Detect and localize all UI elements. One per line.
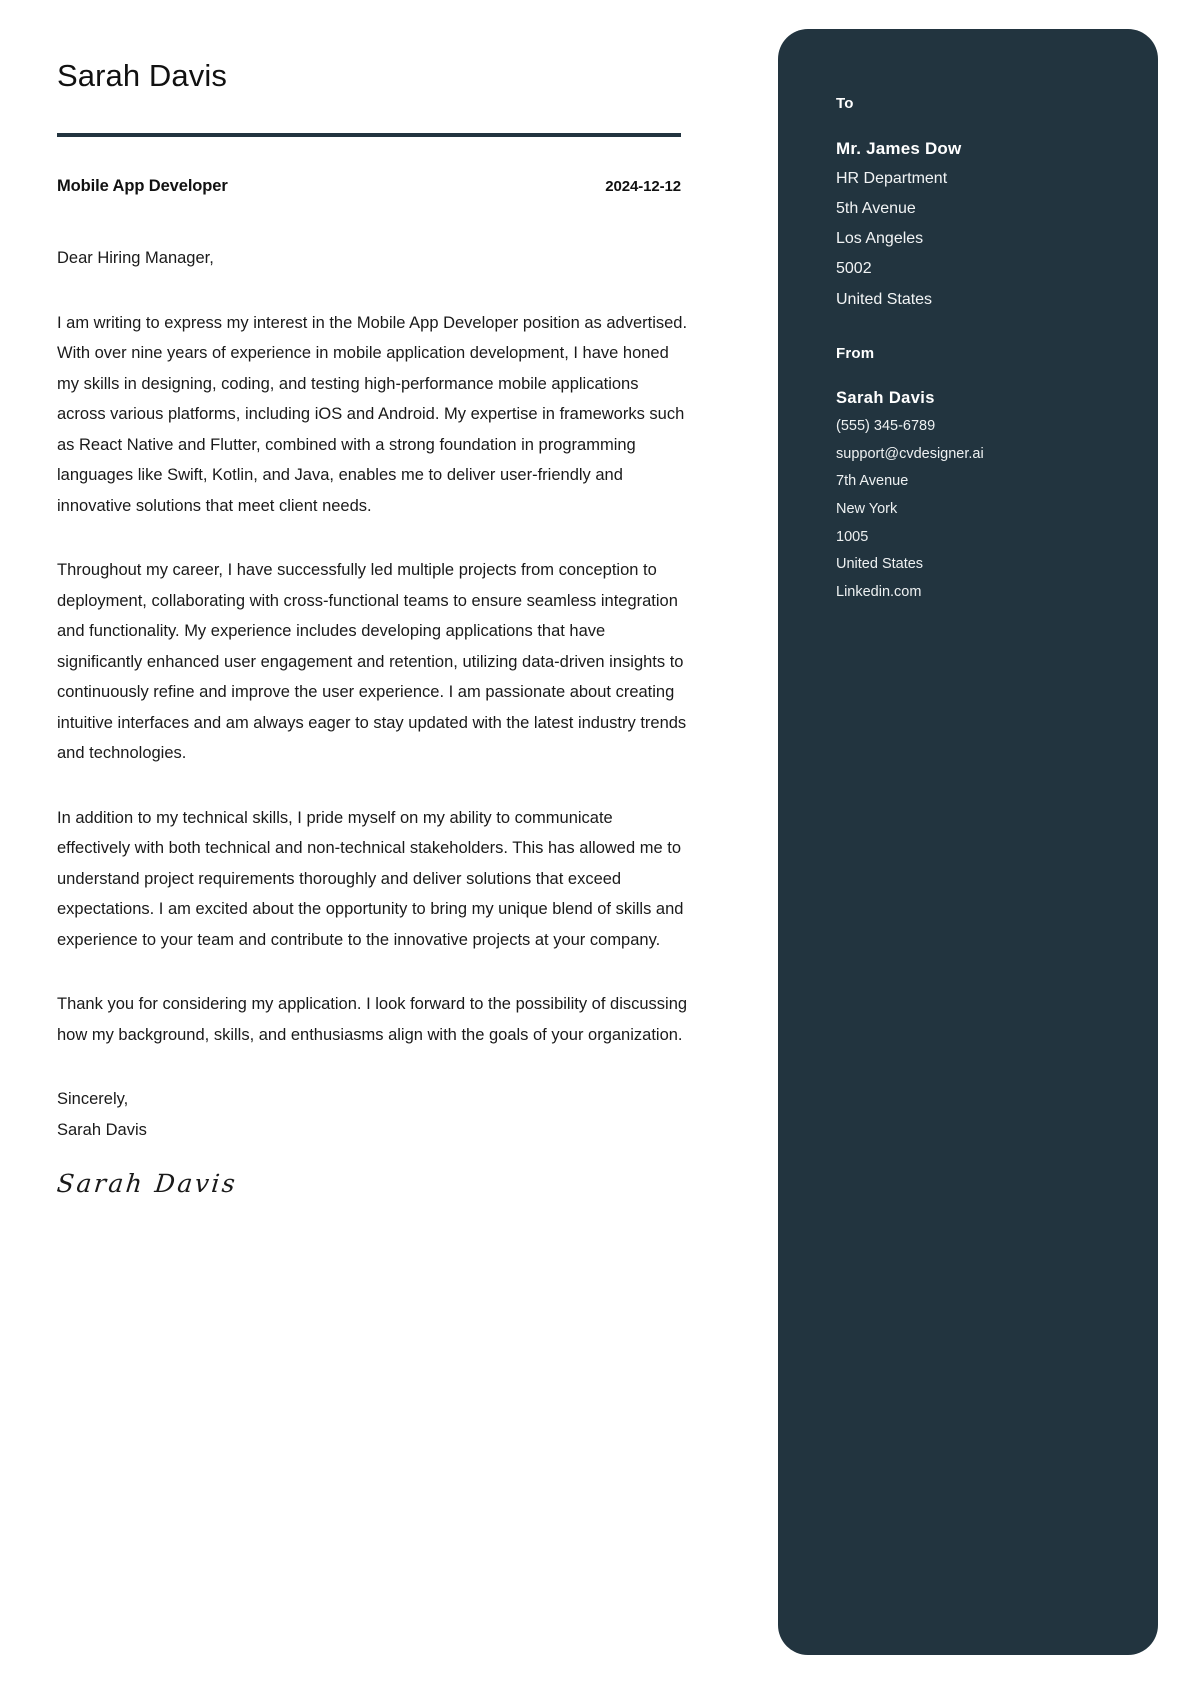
recipient-address-line: 5002	[836, 260, 872, 278]
recipient-address-line: Los Angeles	[836, 230, 924, 248]
recipient-address-line: United States	[836, 290, 933, 308]
letter-column: Sarah Davis Mobile App Developer 2024-12…	[55, 0, 747, 1684]
body-paragraph: Throughout my career, I have successfull…	[57, 561, 687, 763]
recipient-section: To Mr. James Dow HR Department 5th Avenu…	[836, 95, 1158, 315]
closing-name: Sarah Davis	[57, 1120, 147, 1139]
closing-block: Sincerely, Sarah Davis	[57, 1084, 689, 1145]
contact-sidebar: To Mr. James Dow HR Department 5th Avenu…	[778, 29, 1158, 1655]
letter-date: 2024-12-12	[605, 178, 681, 195]
header-divider	[57, 133, 681, 137]
sender-address-line: United States	[836, 556, 924, 573]
recipient-address-line: 5th Avenue	[836, 200, 916, 218]
signature: Sarah Davis	[55, 1169, 239, 1199]
sender-heading: From	[836, 344, 875, 362]
letter-body: Dear Hiring Manager, I am writing to exp…	[55, 243, 689, 1199]
body-paragraph: I am writing to express my interest in t…	[57, 313, 688, 515]
sender-name: Sarah Davis	[836, 388, 935, 407]
closing-word: Sincerely,	[57, 1090, 129, 1109]
sender-section: From Sarah Davis (555) 345-6789 support@…	[836, 345, 1158, 607]
sender-email[interactable]: support@cvdesigner.ai	[836, 441, 1158, 469]
letter-meta-row: Mobile App Developer 2024-12-12	[57, 177, 681, 196]
body-paragraph: In addition to my technical skills, I pr…	[57, 808, 684, 949]
sender-address-line: New York	[836, 500, 898, 517]
sender-address-line: 1005	[836, 528, 869, 545]
sender-address-line: 7th Avenue	[836, 473, 909, 490]
salutation: Dear Hiring Manager,	[57, 249, 214, 267]
sender-linkedin-link[interactable]: Linkedin.com	[836, 579, 1158, 607]
recipient-heading: To	[836, 95, 854, 112]
body-paragraph: Thank you for considering my application…	[57, 995, 688, 1044]
cover-letter-page: Sarah Davis Mobile App Developer 2024-12…	[0, 0, 1200, 1684]
job-title: Mobile App Developer	[57, 177, 228, 195]
sender-phone: (555) 345-6789	[836, 418, 936, 435]
page-title: Sarah Davis	[57, 58, 227, 93]
recipient-address-line: HR Department	[836, 170, 948, 188]
recipient-name: Mr. James Dow	[836, 139, 962, 158]
